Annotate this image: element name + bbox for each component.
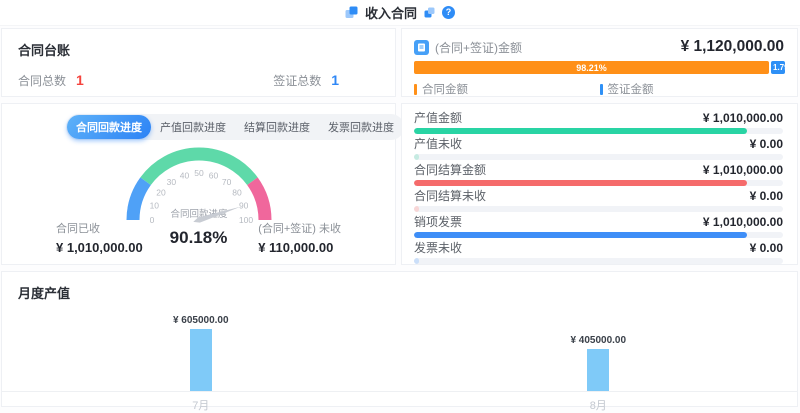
help-icon[interactable]: ? — [442, 6, 455, 19]
metric-row-3: 合同结算未收 ¥ 0.00 — [414, 190, 783, 212]
pending-stat: (合同+签证) 未收 ¥ 110,000.00 — [258, 220, 341, 255]
amount-total: ¥ 1,120,000.00 — [681, 38, 784, 56]
page-title: 收入合同 — [365, 3, 417, 22]
tab-2[interactable]: 结算回款进度 — [235, 115, 319, 139]
svg-text:10: 10 — [149, 200, 159, 210]
metric-row-2: 合同结算金额 ¥ 1,010,000.00 — [414, 164, 783, 186]
amount-header-row: (合同+签证)金额 ¥ 1,120,000.00 — [402, 29, 797, 56]
metric-label: 合同结算未收 — [414, 190, 486, 203]
metric-bar — [414, 232, 783, 238]
amount-progress-bar: 98.21%1.79% — [414, 61, 785, 74]
gauge-value: 90.18% — [170, 228, 228, 248]
stat-value: 1 — [76, 72, 84, 88]
metrics-card: 产值金额 ¥ 1,010,000.00 产值未收 ¥ 0.00 合同结算金额 ¥ 1,01… — [401, 103, 798, 265]
metric-label: 产值未收 — [414, 138, 462, 151]
stat-label: 签证总数 — [273, 74, 321, 88]
ledger-stat-0: 合同总数 1 — [18, 72, 84, 90]
metric-value: ¥ 1,010,000.00 — [703, 216, 783, 229]
bar-column-0: ¥ 605000.00 — [2, 315, 400, 391]
metric-label: 发票未收 — [414, 242, 462, 255]
tab-3[interactable]: 发票回款进度 — [319, 115, 403, 139]
x-axis-label: 7月 — [2, 397, 400, 413]
monthly-output-card: 月度产值 ¥ 605000.00¥ 405000.00 7月8月 — [1, 271, 798, 407]
ledger-title: 合同台账 — [2, 29, 395, 59]
collection-progress-card: 合同回款进度产值回款进度结算回款进度发票回款进度 010203040506070… — [1, 103, 396, 265]
metric-label: 合同结算金额 — [414, 164, 486, 177]
stat-label: 合同总数 — [18, 74, 66, 88]
metrics-list: 产值金额 ¥ 1,010,000.00 产值未收 ¥ 0.00 合同结算金额 ¥ 1,01… — [402, 104, 797, 264]
contract-folder-icon — [345, 6, 358, 19]
svg-text:40: 40 — [179, 170, 189, 180]
metric-value: ¥ 1,010,000.00 — [703, 112, 783, 125]
document-icon — [414, 40, 429, 55]
svg-text:50: 50 — [194, 168, 204, 178]
amount-card: (合同+签证)金额 ¥ 1,120,000.00 98.21%1.79% 合同金… — [401, 28, 798, 97]
contract-copy-icon — [424, 7, 435, 18]
monthly-plot: ¥ 605000.00 ¥ 405000.00 — [2, 306, 797, 392]
bar-column-1: ¥ 405000.00 — [400, 335, 798, 391]
legend-label: 签证金额 — [608, 81, 654, 97]
progress-tabs: 合同回款进度产值回款进度结算回款进度发票回款进度 — [66, 114, 404, 140]
metric-label: 销项发票 — [414, 216, 462, 229]
metric-bar — [414, 206, 783, 212]
x-axis-label: 8月 — [400, 397, 798, 413]
tab-0[interactable]: 合同回款进度 — [67, 115, 151, 139]
metric-row-0: 产值金额 ¥ 1,010,000.00 — [414, 112, 783, 134]
amount-bar-segment-1: 1.79% — [771, 61, 785, 74]
monthly-title: 月度产值 — [2, 272, 797, 302]
monthly-chart: ¥ 605000.00 ¥ 405000.00 7月8月 — [2, 306, 797, 413]
metric-value: ¥ 0.00 — [750, 242, 783, 255]
metric-bar — [414, 180, 783, 186]
ledger-stat-1: 签证总数 1 — [273, 72, 339, 90]
metric-bar — [414, 128, 783, 134]
legend-marker — [600, 84, 603, 95]
bar-value-label: ¥ 605000.00 — [173, 315, 229, 326]
svg-text:90: 90 — [238, 200, 248, 210]
metric-bar — [414, 258, 783, 264]
metric-row-4: 销项发票 ¥ 1,010,000.00 — [414, 216, 783, 238]
metric-value: ¥ 0.00 — [750, 138, 783, 151]
gauge-footer: 合同已收 ¥ 1,010,000.00 90.18% (合同+签证) 未收 ¥ … — [2, 221, 395, 255]
legend-label: 合同金额 — [422, 81, 468, 97]
legend-marker — [414, 84, 417, 95]
pending-value: ¥ 110,000.00 — [258, 240, 341, 255]
gauge-chart: 0102030405060708090100合同回款进度 — [94, 146, 304, 228]
received-label: 合同已收 — [56, 220, 143, 236]
bar — [190, 329, 212, 391]
received-value: ¥ 1,010,000.00 — [56, 240, 143, 255]
ledger-card: 合同台账 合同总数 1 签证总数 1 — [1, 28, 396, 97]
amount-title: (合同+签证)金额 — [435, 39, 675, 56]
bar — [587, 349, 609, 391]
metric-value: ¥ 0.00 — [750, 190, 783, 203]
svg-text:60: 60 — [208, 170, 218, 180]
metric-bar — [414, 154, 783, 160]
stat-value: 1 — [331, 72, 339, 88]
metric-row-5: 发票未收 ¥ 0.00 — [414, 242, 783, 264]
svg-text:70: 70 — [221, 177, 231, 187]
svg-text:80: 80 — [232, 187, 242, 197]
monthly-axis: 7月8月 — [2, 392, 797, 413]
bar-value-label: ¥ 405000.00 — [570, 335, 626, 346]
ledger-stats: 合同总数 1 签证总数 1 — [2, 59, 395, 90]
metric-label: 产值金额 — [414, 112, 462, 125]
page-header: 收入合同 ? — [0, 0, 800, 26]
tab-1[interactable]: 产值回款进度 — [151, 115, 235, 139]
metric-row-1: 产值未收 ¥ 0.00 — [414, 138, 783, 160]
received-stat: 合同已收 ¥ 1,010,000.00 — [56, 220, 143, 255]
amount-bar-segment-0: 98.21% — [414, 61, 769, 74]
pending-label: (合同+签证) 未收 — [258, 220, 341, 236]
metric-value: ¥ 1,010,000.00 — [703, 164, 783, 177]
svg-text:30: 30 — [166, 177, 176, 187]
svg-text:20: 20 — [156, 187, 166, 197]
